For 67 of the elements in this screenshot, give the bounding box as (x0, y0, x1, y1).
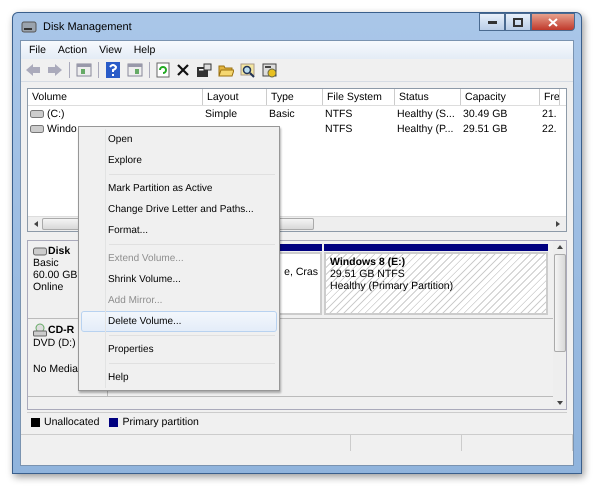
disk-info: DVD (D:) (33, 337, 77, 349)
disk-info: Basic (33, 257, 60, 269)
table-cell: Healthy (P... (397, 122, 454, 134)
table-cell: 21. (542, 108, 557, 120)
scroll-thumb[interactable] (554, 254, 566, 352)
disk-info: No Media (33, 363, 79, 375)
minimize-button[interactable] (479, 13, 505, 31)
menu-item[interactable]: Help (128, 44, 162, 56)
disk-name: CD-R (48, 324, 74, 336)
menu-item[interactable]: Action (52, 44, 94, 56)
table-cell: Simple (205, 108, 238, 120)
folder-icon[interactable] (218, 63, 234, 77)
delete-icon[interactable] (176, 63, 190, 77)
menu-item[interactable]: Explore (81, 150, 277, 171)
menu-item[interactable]: Format... (81, 220, 277, 241)
table-cell: NTFS (325, 122, 352, 134)
disk-info: Online (33, 281, 64, 293)
table-cell: Windo (47, 122, 77, 134)
column-header[interactable]: Fre (540, 89, 560, 105)
table-cell: 29.51 GB (463, 122, 508, 134)
partition-info: Healthy (Primary Partition) (330, 280, 454, 292)
menu-item[interactable]: Change Drive Letter and Paths... (81, 199, 277, 220)
cd-drive-icon (33, 323, 47, 337)
column-header[interactable]: File System (323, 89, 395, 105)
menu-item[interactable]: Open (81, 129, 277, 150)
column-header[interactable]: Status (395, 89, 461, 105)
legend-label: Primary partition (122, 416, 199, 428)
table-cell: Healthy (S... (397, 108, 455, 120)
menu-item[interactable]: View (93, 44, 128, 56)
help-icon[interactable] (105, 62, 121, 78)
scroll-up-icon[interactable] (556, 243, 564, 251)
scroll-left-icon[interactable] (32, 220, 40, 228)
table-cell: Basic (269, 108, 295, 120)
settings-icon[interactable] (262, 62, 278, 78)
console-tree-icon[interactable] (76, 63, 92, 77)
partition-title: Windows 8 (E:) (330, 256, 406, 268)
scroll-right-icon[interactable] (554, 220, 562, 228)
close-icon (548, 18, 558, 26)
properties-icon[interactable] (196, 62, 212, 78)
column-header[interactable]: Capacity (461, 89, 540, 105)
disk-name: Disk (48, 245, 70, 257)
partition-box[interactable]: Windows 8 (E:) 29.51 GB NTFS Healthy (Primary Partition) (324, 252, 548, 315)
drive-icon (30, 124, 44, 132)
pane-icon[interactable] (127, 63, 143, 77)
close-button[interactable] (531, 13, 575, 31)
column-header[interactable]: Type (267, 89, 323, 105)
refresh-icon[interactable] (156, 62, 170, 78)
partition-info: e, Cras (284, 266, 318, 278)
table-cell: 30.49 GB (463, 108, 508, 120)
column-header[interactable]: Layout (203, 89, 267, 105)
minimize-icon (488, 20, 496, 24)
column-header[interactable]: Volume (28, 89, 203, 105)
maximize-button[interactable] (505, 13, 531, 31)
table-cell: 22. (542, 122, 557, 134)
search-icon[interactable] (240, 62, 256, 78)
disk-info: 60.00 GB (33, 269, 78, 281)
window-title: Disk Management (43, 20, 132, 32)
drive-icon (30, 110, 44, 118)
menu-item[interactable]: File (23, 44, 52, 56)
legend-label: Unallocated (44, 416, 100, 428)
table-cell: (C:) (47, 108, 64, 120)
menu-item[interactable]: Mark Partition as Active (81, 178, 277, 199)
menu-item[interactable]: Delete Volume... (81, 311, 277, 332)
scroll-down-icon[interactable] (556, 399, 564, 407)
partition-info: 29.51 GB NTFS (330, 268, 406, 280)
table-cell: NTFS (325, 108, 352, 120)
maximize-icon (513, 18, 523, 26)
